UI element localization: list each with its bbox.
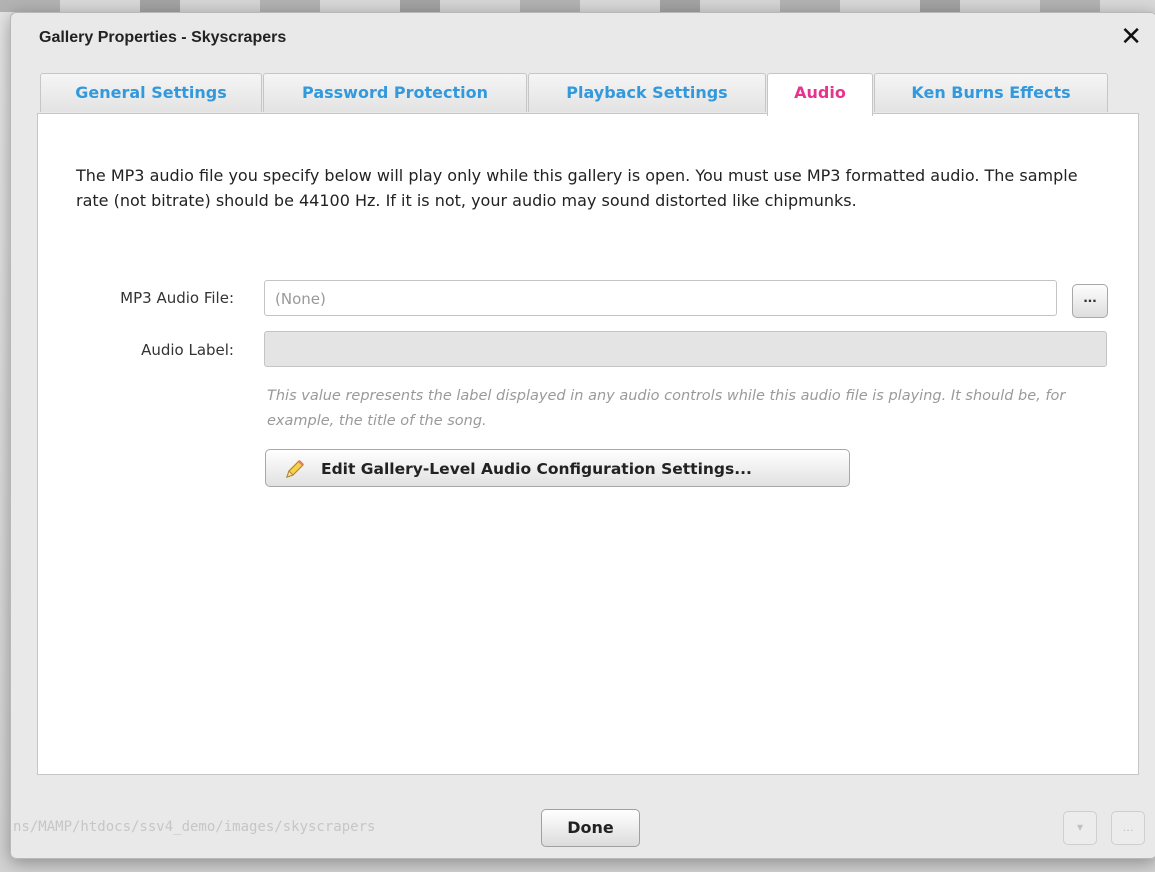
background-more-icon: … [1111,811,1145,845]
pencil-icon [286,460,304,478]
browse-file-button[interactable]: ... [1072,284,1108,318]
tab-audio[interactable]: Audio [767,73,873,116]
background-path-text: ns/MAMP/htdocs/ssv4_demo/images/skyscrap… [13,819,376,835]
gallery-properties-dialog: Gallery Properties - Skyscrapers ✕ Gener… [10,12,1155,859]
done-button[interactable]: Done [541,809,640,847]
tab-playback-settings[interactable]: Playback Settings [528,73,766,112]
dialog-title: Gallery Properties - Skyscrapers [39,29,287,46]
background-dropdown-icon: ▾ [1063,811,1097,845]
background-thumbnail-strip [0,0,1155,12]
audio-label-field[interactable] [264,331,1107,367]
tab-ken-burns-effects[interactable]: Ken Burns Effects [874,73,1108,112]
tab-password-protection[interactable]: Password Protection [263,73,527,112]
mp3-file-field[interactable]: (None) [264,280,1057,316]
audio-label-hint: This value represents the label displaye… [267,388,1066,429]
close-icon[interactable]: ✕ [1120,23,1142,49]
edit-audio-configuration-label: Edit Gallery-Level Audio Configuration S… [321,460,752,478]
audio-description: The MP3 audio file you specify below wil… [76,166,1078,210]
audio-settings-panel: The MP3 audio file you specify below wil… [37,113,1139,775]
edit-audio-configuration-button[interactable]: Edit Gallery-Level Audio Configuration S… [265,449,850,487]
mp3-file-label: MP3 Audio File: [120,289,234,307]
tab-general-settings[interactable]: General Settings [40,73,262,112]
audio-label-label: Audio Label: [141,341,234,359]
